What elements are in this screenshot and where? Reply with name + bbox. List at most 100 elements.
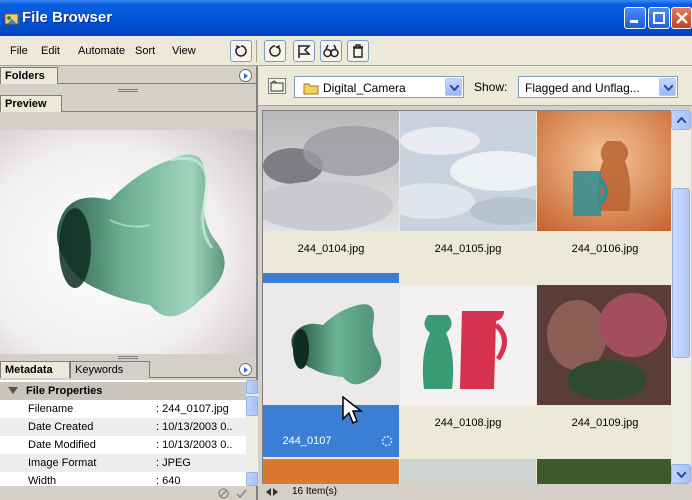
thumbnail-partial[interactable] bbox=[537, 459, 671, 484]
chevron-down-icon bbox=[677, 472, 686, 478]
flag-icon bbox=[298, 45, 311, 58]
tab-metadata[interactable]: Metadata bbox=[0, 361, 70, 378]
menu-file[interactable]: File bbox=[10, 45, 28, 57]
window-title: File Browser bbox=[22, 9, 113, 26]
metadata-row: Date Created : 10/13/2003 0.. bbox=[0, 418, 246, 436]
collapse-triangle-icon bbox=[8, 387, 18, 394]
folder-dropdown-button[interactable] bbox=[445, 78, 462, 96]
chevron-down-icon bbox=[450, 85, 459, 91]
thumbnail-scrollbar[interactable] bbox=[671, 110, 691, 484]
path-bar: Digital_Camera Show: Flagged and Unflag.… bbox=[258, 66, 692, 106]
tab-preview[interactable]: Preview bbox=[0, 95, 62, 112]
thumbnail-item[interactable]: 244_0108.jpg bbox=[400, 285, 536, 457]
scroll-down-button[interactable] bbox=[671, 464, 691, 484]
delete-button[interactable] bbox=[347, 40, 369, 62]
close-button[interactable] bbox=[671, 7, 692, 29]
binoculars-icon bbox=[323, 44, 339, 58]
metadata-row: Date Modified : 10/13/2003 0.. bbox=[0, 436, 246, 454]
rotate-badge-icon bbox=[381, 435, 393, 447]
thumbnail-item[interactable]: 244_0105.jpg bbox=[400, 111, 536, 283]
scroll-up-button[interactable] bbox=[671, 110, 691, 130]
panel-toggle-icon[interactable] bbox=[266, 487, 278, 497]
metadata-key: Date Created bbox=[28, 421, 94, 433]
toolbar-divider bbox=[256, 40, 257, 62]
show-label: Show: bbox=[474, 80, 508, 94]
thumbnail-image bbox=[263, 285, 399, 405]
maximize-button[interactable] bbox=[648, 7, 670, 29]
show-filter-select[interactable]: Flagged and Unflag... bbox=[518, 76, 678, 98]
thumbnail-item[interactable]: 244_0106.jpg bbox=[537, 111, 671, 283]
metadata-scrollbar[interactable] bbox=[246, 380, 258, 486]
metadata-menu-button[interactable] bbox=[239, 363, 252, 376]
chevron-down-icon bbox=[664, 85, 673, 91]
no-icon[interactable] bbox=[218, 488, 229, 499]
tab-folders[interactable]: Folders bbox=[0, 67, 58, 84]
rotate-cw-button[interactable] bbox=[264, 40, 286, 62]
thumbnail-label: 244_0108.jpg bbox=[434, 417, 502, 429]
panel-resize-grip-2[interactable] bbox=[118, 356, 138, 359]
thumbnail-image bbox=[537, 285, 671, 405]
panel-menu-button[interactable] bbox=[239, 69, 252, 82]
metadata-key: Width bbox=[28, 475, 57, 486]
show-filter-value: Flagged and Unflag... bbox=[525, 81, 640, 95]
selection-highlight bbox=[263, 273, 399, 283]
thumbnail-image bbox=[400, 111, 536, 231]
rotate-ccw-button[interactable] bbox=[230, 40, 252, 62]
metadata-value: : JPEG bbox=[156, 457, 191, 469]
left-status-bar bbox=[0, 486, 256, 500]
menu-bar: File Edit Automate Sort View bbox=[0, 36, 692, 66]
folder-up-button[interactable] bbox=[268, 78, 286, 94]
thumbnail-label: 244_0109.jpg bbox=[571, 417, 639, 429]
menu-edit[interactable]: Edit bbox=[41, 45, 60, 57]
minimize-button[interactable] bbox=[624, 7, 646, 29]
metadata-row: Image Format : JPEG bbox=[0, 454, 246, 472]
thumbnail-label: 244_0104.jpg bbox=[297, 243, 365, 255]
thumbnail-item-selected[interactable]: 244_0107 bbox=[263, 273, 399, 457]
metadata-value: : 10/13/2003 0.. bbox=[156, 421, 233, 433]
search-button[interactable] bbox=[320, 40, 342, 62]
scroll-down-button[interactable] bbox=[246, 472, 258, 486]
metadata-section-header[interactable]: File Properties bbox=[0, 382, 246, 400]
left-panel: Folders Preview Metadata Keywords File P… bbox=[0, 66, 258, 500]
metadata-value: : 244_0107.jpg bbox=[156, 403, 229, 415]
section-title: File Properties bbox=[26, 385, 103, 397]
thumbnail-image bbox=[537, 111, 671, 231]
trash-icon bbox=[353, 44, 363, 58]
menu-sort[interactable]: Sort bbox=[135, 45, 155, 57]
chevron-right-icon bbox=[244, 367, 248, 373]
thumbnail-item[interactable]: 244_0104.jpg bbox=[263, 111, 399, 283]
panel-resize-grip[interactable] bbox=[118, 89, 138, 92]
metadata-row: Filename : 244_0107.jpg bbox=[0, 400, 246, 418]
chevron-right-icon bbox=[244, 73, 248, 79]
tab-keywords[interactable]: Keywords bbox=[70, 361, 150, 378]
scroll-thumb[interactable] bbox=[246, 396, 258, 416]
title-bar: File Browser bbox=[0, 0, 692, 36]
preview-tabstrip: Preview bbox=[0, 94, 256, 112]
menu-automate[interactable]: Automate bbox=[78, 45, 125, 57]
folder-icon bbox=[303, 83, 319, 95]
preview-image bbox=[0, 130, 256, 354]
chevron-up-icon bbox=[677, 117, 686, 123]
metadata-row: Width : 640 bbox=[0, 472, 246, 486]
thumbnail-image bbox=[263, 111, 399, 231]
folder-select[interactable]: Digital_Camera bbox=[294, 76, 464, 98]
check-icon[interactable] bbox=[236, 488, 247, 499]
folders-tabstrip: Folders bbox=[0, 66, 256, 84]
app-icon bbox=[4, 13, 19, 25]
menu-view[interactable]: View bbox=[172, 45, 196, 57]
rotate-cw-icon bbox=[269, 45, 281, 57]
thumbnail-item[interactable]: 244_0109.jpg bbox=[537, 285, 671, 457]
flag-button[interactable] bbox=[293, 40, 315, 62]
thumbnail-partial[interactable] bbox=[263, 459, 399, 484]
thumbnail-partial[interactable] bbox=[400, 459, 536, 484]
close-icon bbox=[676, 12, 688, 24]
metadata-key: Image Format bbox=[28, 457, 97, 469]
metadata-list: File Properties Filename : 244_0107.jpg … bbox=[0, 380, 246, 486]
thumbnail-label: 244_0105.jpg bbox=[434, 243, 502, 255]
show-dropdown-button[interactable] bbox=[659, 78, 676, 96]
scroll-up-button[interactable] bbox=[246, 380, 258, 394]
metadata-key: Date Modified bbox=[28, 439, 96, 451]
scroll-thumb[interactable] bbox=[672, 188, 690, 358]
folder-select-value: Digital_Camera bbox=[323, 81, 406, 95]
thumbnail-label: 244_0106.jpg bbox=[571, 243, 639, 255]
